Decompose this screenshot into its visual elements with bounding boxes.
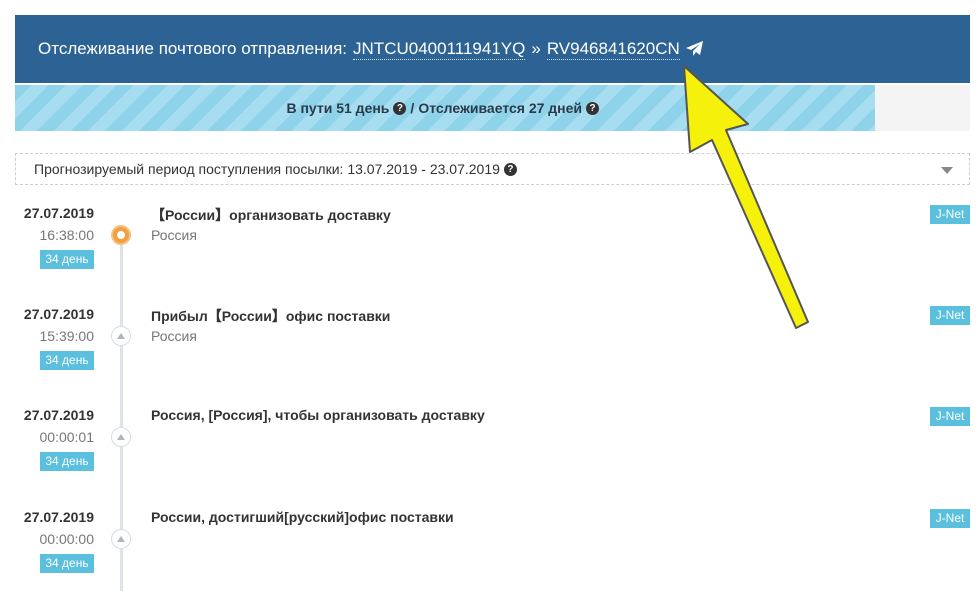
event-location: Россия: [151, 227, 197, 243]
event-date: 27.07.2019: [23, 509, 94, 525]
tracking-number-secondary-link[interactable]: RV946841620CN: [546, 39, 680, 60]
event-date: 27.07.2019: [23, 306, 94, 322]
event-day-badge: 34 день: [40, 250, 94, 269]
timeline-event: 27.07.2019 16:38:00 34 день 【России】орга…: [0, 205, 980, 305]
in-transit-text: В пути 51 день: [286, 100, 390, 116]
event-day-badge: 34 день: [40, 554, 94, 573]
progress-separator: /: [410, 100, 415, 116]
event-date: 27.07.2019: [23, 407, 94, 423]
question-circle-icon[interactable]: ?: [503, 162, 517, 176]
question-circle-icon[interactable]: ?: [586, 101, 600, 115]
timeline-event: 27.07.2019 00:00:00 34 день России, дост…: [0, 509, 980, 609]
tracking-separator: »: [531, 39, 541, 58]
page-title: Отслеживание почтового отправления:: [38, 39, 348, 58]
event-day-badge: 34 день: [40, 452, 94, 471]
annotation-arrow-icon: [683, 65, 809, 329]
tracking-number-primary-link[interactable]: JNTCU0400111941YQ: [353, 39, 526, 60]
event-time: 00:00:00: [39, 531, 95, 547]
timeline-active-marker-icon: [111, 225, 131, 245]
event-location: Россия: [151, 328, 197, 344]
event-status: Россия, [Россия], чтобы организовать дос…: [151, 407, 485, 423]
event-time: 00:00:01: [39, 429, 95, 445]
timeline-marker-icon: [111, 326, 131, 346]
event-status: 【России】организовать доставку: [151, 207, 391, 223]
carrier-badge: J-Net: [930, 205, 970, 224]
timeline-event: 27.07.2019 15:39:00 34 день Прибыл【Росси…: [0, 306, 980, 406]
chevron-down-icon[interactable]: [941, 167, 953, 174]
event-time: 15:39:00: [39, 328, 95, 344]
event-date: 27.07.2019: [23, 205, 94, 221]
timeline-marker-icon: [111, 427, 131, 447]
paper-plane-icon[interactable]: [685, 41, 704, 57]
event-status: Прибыл【России】офис поставки: [151, 308, 391, 324]
carrier-badge: J-Net: [930, 306, 970, 325]
question-circle-icon[interactable]: ?: [393, 101, 407, 115]
event-day-badge: 34 день: [40, 351, 94, 370]
timeline-marker-icon: [111, 529, 131, 549]
event-status: России, достигший[русский]офис поставки: [151, 509, 454, 525]
forecast-text: Прогнозируемый период поступления посылк…: [34, 161, 500, 177]
carrier-badge: J-Net: [930, 407, 970, 426]
timeline-event: 27.07.2019 00:00:01 34 день Россия, [Рос…: [0, 407, 980, 507]
event-time: 16:38:00: [39, 227, 95, 243]
tracked-text: Отслеживается 27 дней: [418, 100, 583, 116]
carrier-badge: J-Net: [930, 509, 970, 528]
